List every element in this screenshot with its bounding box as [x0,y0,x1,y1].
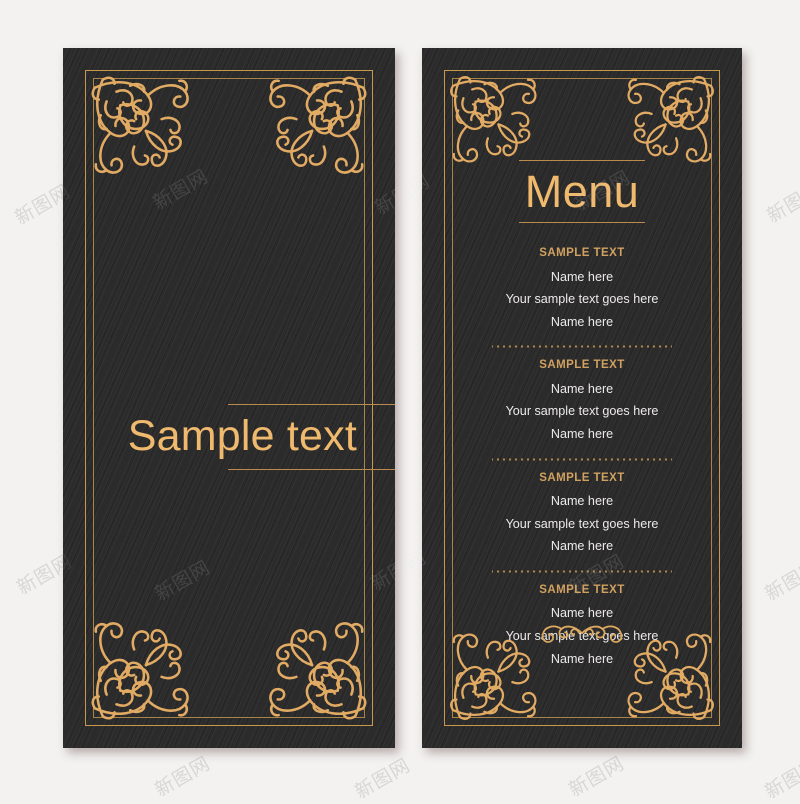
cover-centerpiece: Sample text [63,404,395,470]
menu-item-line: Your sample text goes here [505,404,659,419]
cover-rule-top [228,404,395,406]
menu-rule-top [519,160,645,162]
menu-item-line: Name here [550,494,614,509]
menu-divider [492,457,672,461]
menu-panel: Menu SAMPLE TEXT Name here Your sample tex… [422,48,742,748]
menu-group-list: SAMPLE TEXT Name here Your sample text goe… [458,246,706,671]
menu-item-line: Name here [550,269,614,284]
artboard: Sample text Menu SAMPLE TEXT Name here You… [0,0,800,800]
menu-item-line: Name here [550,381,614,396]
menu-item-line: Name here [550,426,614,441]
menu-group: SAMPLE TEXT Name here Your sample text goe… [458,471,706,559]
menu-rule-bottom [519,221,645,224]
menu-divider [492,569,672,573]
menu-group: SAMPLE TEXT Name here Your sample text goe… [458,583,706,671]
menu-item-line: Name here [550,314,614,329]
cover-headline: Sample text [127,412,357,461]
menu-group-heading: SAMPLE TEXT [539,583,625,596]
cover-rule-bottom [228,468,395,470]
cover-panel: Sample text [63,48,395,748]
menu-group-heading: SAMPLE TEXT [539,471,625,484]
menu-group-heading: SAMPLE TEXT [539,359,625,372]
menu-item-line: Your sample text goes here [505,292,659,307]
menu-header: Menu [422,160,742,224]
menu-item-line: Name here [550,606,614,621]
menu-item-line: Name here [550,539,614,554]
menu-item-line: Your sample text goes here [505,628,659,643]
menu-item-line: Name here [550,651,614,666]
menu-item-line: Your sample text goes here [505,516,659,531]
menu-title: Menu [524,166,640,218]
menu-group: SAMPLE TEXT Name here Your sample text goe… [458,358,706,446]
menu-group-heading: SAMPLE TEXT [539,247,625,259]
menu-divider [492,345,672,349]
cover-frame-inner [93,78,365,718]
menu-group: SAMPLE TEXT Name here Your sample text goe… [458,246,706,334]
